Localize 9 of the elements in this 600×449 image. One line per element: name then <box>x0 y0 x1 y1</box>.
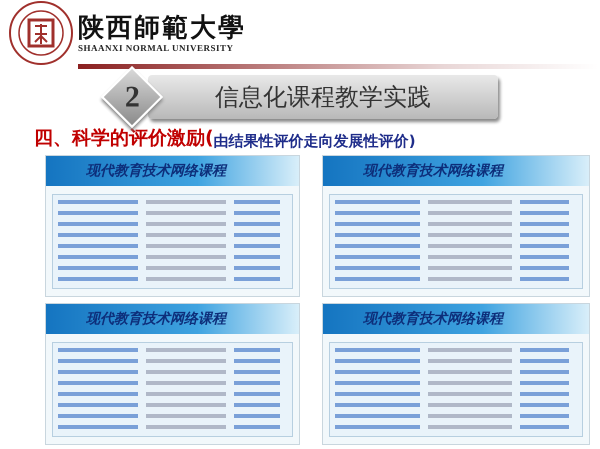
university-name: 陕西師範大學 <box>78 13 246 43</box>
course-banner-title: 现代教育技术网络课程 <box>363 310 503 328</box>
course-banner-title: 现代教育技术网络课程 <box>363 162 503 180</box>
heading-subtitle: 由结果性评价走向发展性评价) <box>214 132 416 151</box>
course-banner-title: 现代教育技术网络课程 <box>86 162 226 180</box>
heading-title: 四、科学的评价激励( <box>34 126 214 151</box>
university-subtitle: SHAANXI NORMAL UNIVERSITY <box>78 43 235 53</box>
course-banner-title: 现代教育技术网络课程 <box>86 310 226 328</box>
section-title-banner: 信息化课程教学实践 <box>148 75 498 119</box>
